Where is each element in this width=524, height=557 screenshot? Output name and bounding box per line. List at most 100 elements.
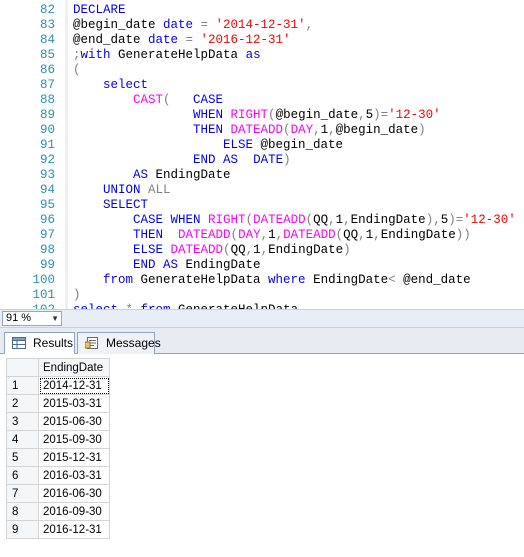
code-line[interactable]: 91 ELSE @begin_date xyxy=(0,138,524,153)
code-token: , xyxy=(313,123,321,137)
code-token: RIGHT xyxy=(230,108,269,122)
table-row[interactable]: 2 2015-03-31 xyxy=(6,394,110,413)
line-number: 90 xyxy=(39,123,55,137)
code-line[interactable]: 101) xyxy=(0,288,524,303)
row-number[interactable]: 5 xyxy=(6,448,39,467)
code-line[interactable]: 84 @end_date date = '2016-12-31' xyxy=(0,33,524,48)
sql-editor[interactable]: 82 DECLARE 83 @begin_date date = '2014-12-3… xyxy=(0,0,524,309)
code-token: < xyxy=(388,273,404,287)
code-line[interactable]: 97 THEN DATEADD(DAY,1,DATEADD(QQ,1,Endin… xyxy=(0,228,524,243)
line-number: 89 xyxy=(39,108,55,122)
cell-endingdate[interactable]: 2015-06-30 xyxy=(38,412,110,431)
row-number[interactable]: 7 xyxy=(6,484,39,503)
row-number[interactable]: 1 xyxy=(6,376,39,395)
row-number-header[interactable] xyxy=(6,358,39,377)
row-number[interactable]: 8 xyxy=(6,502,39,521)
results-grid[interactable]: EndingDate 1 2014-12-31 2 2015-03-31 3 2015-0… xyxy=(6,358,110,539)
code-token: GenerateHelpData xyxy=(110,48,246,62)
code-line[interactable]: 85 ;with GenerateHelpData as xyxy=(0,48,524,63)
line-number: 101 xyxy=(32,288,55,302)
table-row[interactable]: 7 2016-06-30 xyxy=(6,484,110,503)
table-row[interactable]: 8 2016-09-30 xyxy=(6,502,110,521)
code-token: EndingDate xyxy=(185,258,261,272)
code-token: , xyxy=(328,213,336,227)
code-line[interactable]: 83 @begin_date date = '2014-12-31', xyxy=(0,18,524,33)
code-line[interactable]: 92 END AS DATE) xyxy=(0,153,524,168)
row-number[interactable]: 9 xyxy=(6,520,39,539)
code-token: END xyxy=(73,153,224,167)
row-number[interactable]: 6 xyxy=(6,466,39,485)
chevron-down-icon[interactable]: ▼ xyxy=(51,312,59,325)
code-text: ) xyxy=(73,288,81,303)
cell-endingdate[interactable]: 2016-09-30 xyxy=(38,502,110,521)
code-token: '12-30' xyxy=(463,213,516,227)
tab-results-label: Results xyxy=(33,336,74,350)
line-number: 82 xyxy=(39,3,55,17)
table-row[interactable]: 9 2016-12-31 xyxy=(6,520,110,539)
cell-endingdate[interactable]: 2015-12-31 xyxy=(38,448,110,467)
code-token: EndingDate xyxy=(268,243,344,257)
code-line[interactable]: 98 ELSE DATEADD(QQ,1,EndingDate) xyxy=(0,243,524,258)
code-line[interactable]: 87 select xyxy=(0,78,524,93)
code-token: QQ xyxy=(313,213,329,227)
code-token: CASE xyxy=(193,93,224,107)
code-token: DATEADD xyxy=(253,213,306,227)
table-row[interactable]: 4 2015-09-30 xyxy=(6,430,110,449)
code-token: ) xyxy=(73,288,81,302)
line-number: 84 xyxy=(39,33,55,47)
code-token: THEN xyxy=(73,123,231,137)
row-number[interactable]: 3 xyxy=(6,412,39,431)
column-header-endingdate[interactable]: EndingDate xyxy=(38,358,110,377)
code-token: where xyxy=(268,273,314,287)
cell-endingdate[interactable]: 2016-12-31 xyxy=(38,520,110,539)
tab-results[interactable]: Results xyxy=(4,332,75,355)
table-row[interactable]: 5 2015-12-31 xyxy=(6,448,110,467)
code-token: ) xyxy=(343,243,351,257)
code-token: date xyxy=(148,33,179,47)
table-row[interactable]: 3 2015-06-30 xyxy=(6,412,110,431)
code-token: THEN xyxy=(73,228,179,242)
code-token: GenerateHelpData xyxy=(140,273,269,287)
cell-endingdate[interactable]: 2015-09-30 xyxy=(38,430,110,449)
code-token: @end_date xyxy=(73,33,149,47)
code-line[interactable]: 89 WHEN RIGHT(@begin_date,5)='12-30' xyxy=(0,108,524,123)
code-token: QQ xyxy=(343,228,359,242)
code-token: @end_date xyxy=(403,273,471,287)
code-token: ELSE xyxy=(73,243,171,257)
grid-icon xyxy=(12,337,26,349)
code-token: ; xyxy=(73,48,81,62)
code-text: @begin_date date = '2014-12-31', xyxy=(73,18,313,33)
code-token: WHEN xyxy=(170,213,209,227)
tab-messages-label: Messages xyxy=(106,336,161,350)
code-token: DATEADD xyxy=(230,123,284,137)
code-line[interactable]: 82 DECLARE xyxy=(0,3,524,18)
code-token: EndingDate xyxy=(313,273,389,287)
code-text: UNION ALL xyxy=(73,183,171,198)
code-line[interactable]: 86 ( xyxy=(0,63,524,78)
cell-endingdate[interactable]: 2014-12-31 xyxy=(38,376,110,395)
code-line[interactable]: 90 THEN DATEADD(DAY,1,@begin_date) xyxy=(0,123,524,138)
cell-endingdate[interactable]: 2015-03-31 xyxy=(38,394,110,413)
zoom-select[interactable]: 91 % ▼ xyxy=(2,311,62,326)
code-line[interactable]: 94 UNION ALL xyxy=(0,183,524,198)
cell-endingdate[interactable]: 2016-03-31 xyxy=(38,466,110,485)
table-row[interactable]: 1 2014-12-31 xyxy=(6,376,110,395)
code-token: ALL xyxy=(148,183,171,197)
line-number: 87 xyxy=(39,78,55,92)
code-line[interactable]: 88 CAST( CASE xyxy=(0,93,524,108)
tab-messages[interactable]: Messages xyxy=(77,332,161,354)
line-number: 92 xyxy=(39,153,55,167)
code-line[interactable]: 99 END AS EndingDate xyxy=(0,258,524,273)
code-token: EndingDate xyxy=(350,213,426,227)
code-line[interactable]: 95 SELECT xyxy=(0,198,524,213)
code-line[interactable]: 96 CASE WHEN RIGHT(DATEADD(QQ,1,EndingDa… xyxy=(0,213,524,228)
cell-endingdate[interactable]: 2016-06-30 xyxy=(38,484,110,503)
code-text: END AS EndingDate xyxy=(73,258,261,273)
code-line[interactable]: 100 from GenerateHelpData where EndingDa… xyxy=(0,273,524,288)
code-line[interactable]: 93 AS EndingDate xyxy=(0,168,524,183)
row-number[interactable]: 2 xyxy=(6,394,39,413)
code-token: , xyxy=(260,228,269,242)
table-row[interactable]: 6 2016-03-31 xyxy=(6,466,110,485)
code-token: DECLARE xyxy=(73,3,126,17)
row-number[interactable]: 4 xyxy=(6,430,39,449)
